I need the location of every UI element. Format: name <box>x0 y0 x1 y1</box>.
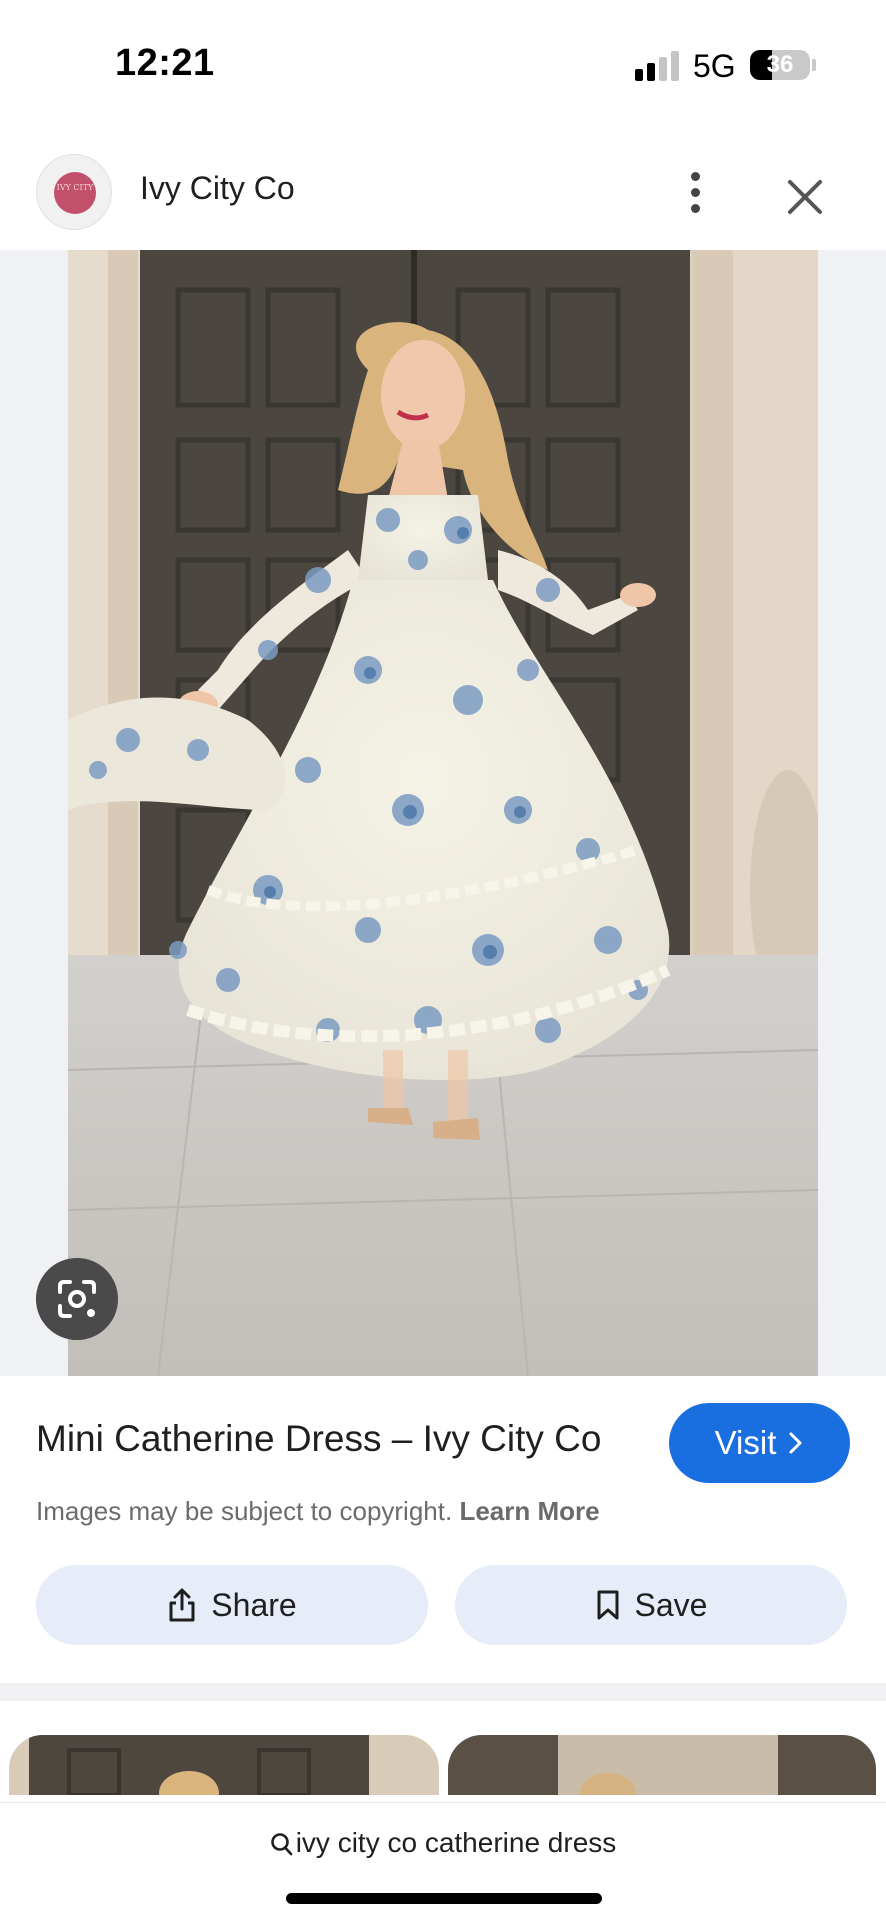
section-divider <box>0 1683 886 1701</box>
search-icon <box>270 1832 293 1855</box>
site-name[interactable]: Ivy City Co <box>140 170 295 207</box>
bottom-search-bar: ivy city co catherine dress <box>0 1802 886 1920</box>
copyright-notice: Images may be subject to copyright. Lear… <box>36 1496 600 1527</box>
save-label: Save <box>634 1586 708 1623</box>
signal-strength-icon <box>635 51 683 81</box>
product-photo[interactable] <box>68 250 818 1376</box>
search-query[interactable]: ivy city co catherine dress <box>0 1827 886 1859</box>
network-type: 5G <box>693 48 736 84</box>
site-logo: IVY CITY <box>54 172 96 214</box>
home-indicator[interactable] <box>286 1893 602 1904</box>
share-button[interactable]: Share <box>36 1565 428 1645</box>
related-image-thumbnail[interactable] <box>9 1735 439 1795</box>
bookmark-icon <box>597 1590 619 1620</box>
site-favicon[interactable]: IVY CITY <box>36 154 112 230</box>
more-vertical-icon[interactable] <box>680 162 710 222</box>
copyright-text: Images may be subject to copyright. <box>36 1496 453 1526</box>
visit-label: Visit <box>714 1424 777 1461</box>
status-bar: 12:21 5G 36 <box>0 0 886 130</box>
save-button[interactable]: Save <box>455 1565 847 1645</box>
result-title[interactable]: Mini Catherine Dress – Ivy City Co <box>36 1418 601 1460</box>
search-query-text: ivy city co catherine dress <box>295 1827 617 1858</box>
lens-icon[interactable] <box>36 1258 118 1340</box>
close-icon[interactable] <box>778 170 832 224</box>
image-preview-area <box>0 250 886 1376</box>
chevron-right-icon <box>789 1432 802 1454</box>
visit-button[interactable]: Visit <box>669 1403 850 1483</box>
learn-more-link[interactable]: Learn More <box>459 1496 599 1526</box>
share-label: Share <box>211 1586 297 1623</box>
share-icon <box>169 1588 195 1622</box>
status-time: 12:21 <box>115 42 215 84</box>
dress-photo-illustration <box>68 250 818 1376</box>
battery-tip <box>812 59 816 71</box>
battery-icon: 36 <box>750 50 810 80</box>
battery-level: 36 <box>766 51 794 78</box>
related-thumbnail-image <box>9 1735 439 1795</box>
result-header: IVY CITY Ivy City Co <box>0 150 886 250</box>
related-image-thumbnail[interactable] <box>448 1735 876 1795</box>
related-thumbnail-image <box>448 1735 876 1795</box>
